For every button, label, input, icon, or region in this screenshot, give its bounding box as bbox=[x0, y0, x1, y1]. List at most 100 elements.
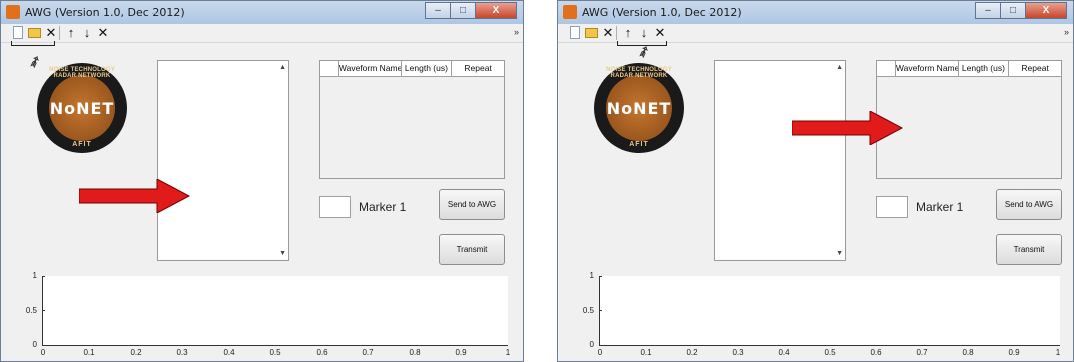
toolbar-overflow-icon[interactable]: » bbox=[1064, 27, 1069, 37]
x-tick-label: 0.1 bbox=[83, 348, 95, 357]
y-tick-mark bbox=[599, 310, 602, 311]
y-tick-mark bbox=[42, 310, 45, 311]
move-up-icon[interactable]: ↑ bbox=[63, 25, 79, 41]
transmit-button[interactable]: Transmit bbox=[996, 234, 1062, 265]
close-window-button[interactable]: X bbox=[475, 2, 517, 19]
table-header-repeat[interactable]: Repeat bbox=[452, 61, 504, 76]
table-header: Waveform Name Length (us) Repeat bbox=[320, 61, 504, 77]
x-tick-label: 0.9 bbox=[455, 348, 467, 357]
logo-name: NoNET bbox=[49, 99, 115, 118]
x-tick-label: 0.3 bbox=[176, 348, 188, 357]
remove-icon[interactable]: ✕ bbox=[652, 25, 668, 41]
toolbar: ✕ ↑ ↓ ✕ » bbox=[1, 24, 523, 43]
title-bar[interactable]: AWG (Version 1.0, Dec 2012) ... – □ X bbox=[1, 1, 523, 25]
marker-1-label: Marker 1 bbox=[359, 200, 407, 214]
y-tick-label: 1 bbox=[32, 271, 37, 280]
new-file-icon[interactable] bbox=[13, 26, 23, 39]
table-header-waveform-name[interactable]: Waveform Name bbox=[896, 61, 959, 76]
y-tick-label: 0.5 bbox=[25, 306, 37, 315]
close-window-button[interactable]: X bbox=[1025, 2, 1067, 19]
x-tick-label: 0.8 bbox=[409, 348, 421, 357]
new-file-icon[interactable] bbox=[570, 26, 580, 39]
waveform-listbox[interactable]: ▲ ▼ bbox=[714, 60, 846, 261]
open-folder-icon[interactable] bbox=[585, 28, 598, 38]
delete-icon[interactable]: ✕ bbox=[43, 25, 59, 41]
table-header-blank bbox=[320, 61, 339, 76]
matlab-app-icon bbox=[563, 5, 577, 19]
x-tick-label: 0.4 bbox=[223, 348, 235, 357]
waveform-plot bbox=[42, 276, 508, 346]
transmit-button[interactable]: Transmit bbox=[439, 234, 505, 265]
matlab-app-icon bbox=[6, 5, 20, 19]
toolbar-separator bbox=[59, 26, 60, 40]
x-tick-label: 0.6 bbox=[316, 348, 328, 357]
x-tick-label: 0.2 bbox=[130, 348, 142, 357]
open-folder-icon[interactable] bbox=[28, 28, 41, 38]
delete-icon[interactable]: ✕ bbox=[600, 25, 616, 41]
logo-bottom-text: AFIT bbox=[72, 141, 92, 148]
panel-gap bbox=[524, 0, 557, 362]
x-tick-label: 1 bbox=[1055, 348, 1061, 357]
x-tick-label: 0.4 bbox=[778, 348, 790, 357]
obscured-title-text: ... bbox=[151, 6, 161, 17]
x-tick-label: 0.5 bbox=[269, 348, 281, 357]
x-tick-label: 0.8 bbox=[962, 348, 974, 357]
y-tick-label: 0.5 bbox=[582, 306, 594, 315]
scroll-down-icon[interactable]: ▼ bbox=[279, 250, 286, 257]
x-tick-label: 0.5 bbox=[824, 348, 836, 357]
red-arrow-icon bbox=[792, 111, 904, 145]
toolbar-separator bbox=[616, 26, 617, 40]
scroll-up-icon[interactable]: ▲ bbox=[279, 64, 286, 71]
y-tick-label: 1 bbox=[589, 271, 594, 280]
table-header: Waveform Name Length (us) Repeat bbox=[877, 61, 1061, 77]
awg-window-left: AWG (Version 1.0, Dec 2012) ... – □ X ✕ … bbox=[0, 0, 524, 362]
table-header-repeat[interactable]: Repeat bbox=[1009, 61, 1061, 76]
x-tick-label: 1 bbox=[505, 348, 511, 357]
maximize-button[interactable]: □ bbox=[1000, 2, 1026, 19]
send-to-awg-button[interactable]: Send to AWG bbox=[996, 189, 1062, 220]
y-tick-mark bbox=[42, 276, 45, 277]
x-tick-label: 0 bbox=[40, 348, 46, 357]
scroll-down-icon[interactable]: ▼ bbox=[836, 250, 843, 257]
marker-1-input[interactable] bbox=[876, 196, 908, 218]
nonet-logo: NOISE TECHNOLOGY RADAR NETWORK NoNET AFI… bbox=[594, 63, 684, 153]
waveform-table[interactable]: Waveform Name Length (us) Repeat bbox=[319, 60, 505, 179]
table-header-waveform-name[interactable]: Waveform Name bbox=[339, 61, 402, 76]
move-down-icon[interactable]: ↓ bbox=[636, 25, 652, 41]
move-down-icon[interactable]: ↓ bbox=[79, 25, 95, 41]
window-title: AWG (Version 1.0, Dec 2012) bbox=[25, 6, 185, 19]
waveform-plot bbox=[599, 276, 1060, 346]
x-tick-label: 0.6 bbox=[870, 348, 882, 357]
maximize-button[interactable]: □ bbox=[450, 2, 476, 19]
x-tick-label: 0.9 bbox=[1008, 348, 1020, 357]
logo-arc-text: NOISE TECHNOLOGY RADAR NETWORK bbox=[49, 67, 115, 79]
y-tick-mark bbox=[599, 276, 602, 277]
red-arrow-icon bbox=[79, 179, 191, 213]
send-to-awg-button[interactable]: Send to AWG bbox=[439, 189, 505, 220]
logo-arc-text: NOISE TECHNOLOGY RADAR NETWORK bbox=[606, 67, 672, 79]
marker-1-label: Marker 1 bbox=[916, 200, 964, 214]
minimize-button[interactable]: – bbox=[425, 2, 451, 19]
toolbar-overflow-icon[interactable]: » bbox=[514, 27, 519, 37]
x-tick-label: 0.1 bbox=[640, 348, 652, 357]
x-tick-label: 0.7 bbox=[362, 348, 374, 357]
remove-icon[interactable]: ✕ bbox=[95, 25, 111, 41]
logo-name: NoNET bbox=[606, 99, 672, 118]
marker-1-input[interactable] bbox=[319, 196, 351, 218]
annotation-bracket bbox=[11, 41, 55, 46]
x-tick-label: 0.7 bbox=[916, 348, 928, 357]
move-up-icon[interactable]: ↑ bbox=[620, 25, 636, 41]
table-header-length[interactable]: Length (us) bbox=[402, 61, 453, 76]
minimize-button[interactable]: – bbox=[975, 2, 1001, 19]
logo-bottom-text: AFIT bbox=[629, 141, 649, 148]
awg-window-right: AWG (Version 1.0, Dec 2012) ... – □ X ✕ … bbox=[557, 0, 1074, 362]
x-tick-label: 0.2 bbox=[686, 348, 698, 357]
window-title: AWG (Version 1.0, Dec 2012) bbox=[582, 6, 742, 19]
x-tick-label: 0.3 bbox=[732, 348, 744, 357]
title-bar[interactable]: AWG (Version 1.0, Dec 2012) ... – □ X bbox=[558, 1, 1073, 25]
scroll-up-icon[interactable]: ▲ bbox=[836, 64, 843, 71]
waveform-listbox[interactable]: ▲ ▼ bbox=[157, 60, 289, 261]
table-header-length[interactable]: Length (us) bbox=[959, 61, 1010, 76]
x-tick-label: 0 bbox=[597, 348, 603, 357]
nonet-logo: NOISE TECHNOLOGY RADAR NETWORK NoNET AFI… bbox=[37, 63, 127, 153]
